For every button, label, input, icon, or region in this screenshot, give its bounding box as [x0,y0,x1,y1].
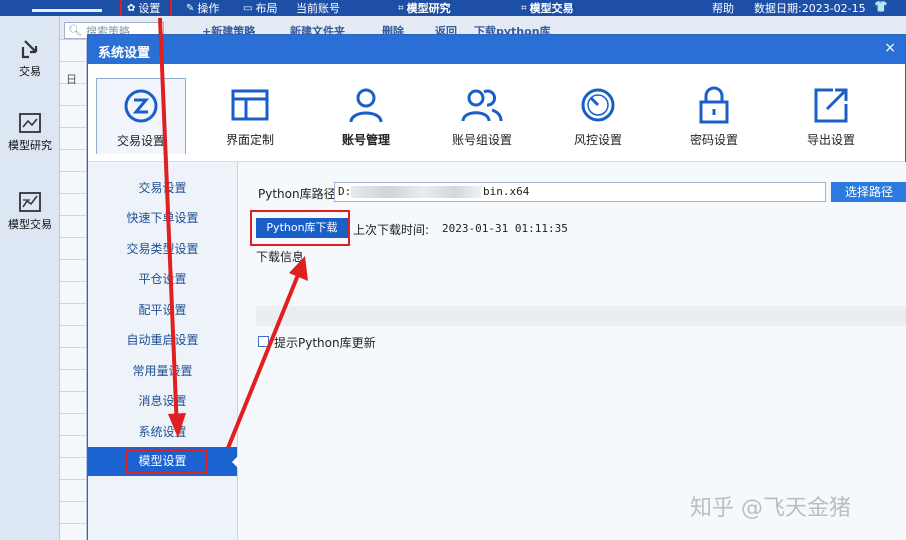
dialog-title-bar: 系统设置 × [88,35,905,64]
tab-export[interactable]: 导出设置 [786,78,876,154]
user-icon [349,88,383,123]
update-prompt-checkbox[interactable] [258,336,269,347]
menu-help[interactable]: 帮助 [712,0,734,16]
settings-nav: 交易设置 快速下单设置 交易类型设置 平仓设置 配平设置 自动重启设置 常用量设… [88,162,238,540]
edit-icon: ✎ [186,2,195,14]
tab-password[interactable]: 密码设置 [669,78,759,154]
gauge-icon [581,88,615,122]
python-download-button[interactable]: Python库下载 [256,218,348,238]
download-info-box [256,306,906,326]
download-info-label: 下载信息 [256,250,305,264]
nav-auto-restart[interactable]: 自动重启设置 [88,326,237,355]
lock-icon [699,86,729,124]
redacted-path [351,186,481,198]
python-path-input[interactable]: D: bin.x64 [334,182,826,202]
tab-risk-control[interactable]: 风控设置 [553,78,643,154]
trade-settings-icon [124,89,158,123]
search-icon: 🔍︎ [68,24,82,37]
export-icon [814,88,848,123]
menu-operate[interactable]: ✎ 操作 [186,0,219,16]
layout-icon [231,89,269,121]
app-logo [32,9,102,12]
settings-tab-bar: 交易设置 界面定制 账号管理 账号组设置 风控设置 密码设置 导出设置 [88,64,905,162]
update-prompt-label: 提示Python库更新 [274,336,376,350]
nav-model-settings[interactable]: 模型设置 [88,447,238,476]
chart-icon: ⌗ [521,2,527,14]
chart-icon: ⌗ [398,2,404,14]
model-trade-icon [19,192,41,212]
shirt-icon[interactable]: 👕 [874,0,888,13]
nav-system[interactable]: 系统设置 [88,418,237,447]
nav-trade-type[interactable]: 交易类型设置 [88,235,237,264]
rail-model-trading[interactable]: 模型交易 [0,191,60,232]
dialog-title: 系统设置 [98,46,151,61]
tab-account-group[interactable]: 账号组设置 [437,78,527,154]
close-icon[interactable]: × [884,40,896,56]
choose-path-button[interactable]: 选择路径 [831,182,906,202]
nav-message[interactable]: 消息设置 [88,387,237,416]
app-rail: 交易 模型研究 模型交易 [0,16,60,540]
tab-account-management[interactable]: 账号管理 [321,78,411,154]
swap-icon [21,40,38,59]
user-group-icon [461,89,503,122]
menu-model-research[interactable]: ⌗ 模型研究 [398,0,451,16]
last-download-label: 上次下载时间: [353,223,430,237]
menu-model-trading[interactable]: ⌗ 模型交易 [521,0,574,16]
top-menu-bar: ✿ 设置 ✎ 操作 ▭ 布局 当前账号 ⌗ 模型研究 ⌗ 模型交易 帮助 数据日… [0,0,906,18]
layout-icon: ▭ [243,2,253,14]
watermark: 知乎 @飞天金猪 [690,496,851,521]
menu-layout[interactable]: ▭ 布局 [243,0,277,16]
strategy-grid: 日 [60,40,87,540]
rail-trade[interactable]: 交易 [0,38,60,79]
model-settings-panel: Python库路径 D: bin.x64 选择路径 Python库下载 上次下载… [238,162,906,540]
nav-close-position[interactable]: 平仓设置 [88,265,237,294]
last-download-time: 2023-01-31 01:11:35 [442,222,568,235]
nav-quick-order[interactable]: 快速下单设置 [88,204,237,233]
system-settings-dialog: 系统设置 × 交易设置 界面定制 账号管理 账号组设置 风控设置 密码设置 导出… [87,34,906,540]
nav-common-volume[interactable]: 常用量设置 [88,357,237,386]
python-path-label: Python库路径 [258,187,336,201]
rail-model-research[interactable]: 模型研究 [0,112,60,153]
tab-trade-settings[interactable]: 交易设置 [96,78,186,154]
data-date: 数据日期:2023-02-15 [754,1,866,15]
nav-balance[interactable]: 配平设置 [88,296,237,325]
research-icon [19,113,41,133]
nav-trade-settings[interactable]: 交易设置 [88,174,237,203]
menu-current-account[interactable]: 当前账号 [296,0,340,16]
tab-layout-custom[interactable]: 界面定制 [205,78,295,154]
